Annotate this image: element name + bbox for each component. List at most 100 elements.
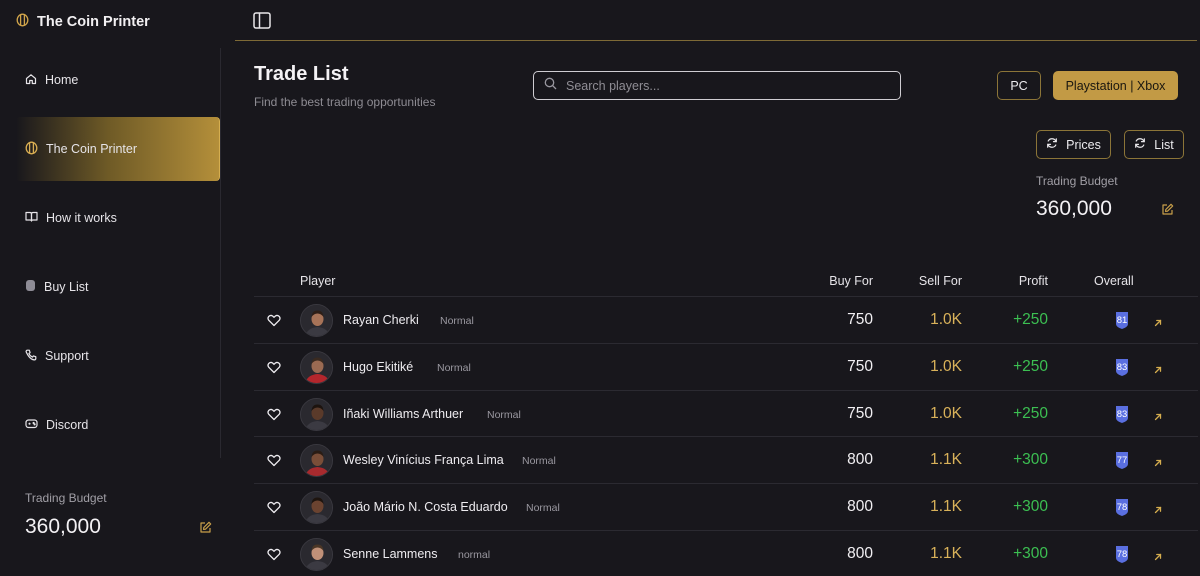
platform-pc-label: PC [1010,78,1028,93]
heart-icon[interactable] [267,314,281,332]
buy-price: 750 [847,357,873,375]
sidebar-item-label: The Coin Printer [46,142,138,156]
table-row[interactable]: Rayan Cherki Normal 750 1.0K +250 81 [254,296,1198,343]
player-tag: Normal [522,455,556,468]
sidebar-toggle-icon[interactable] [253,12,271,34]
external-link-icon[interactable] [1153,549,1163,567]
player-name: João Mário N. Costa Eduardo [343,500,508,515]
overall-rating: 83 [1116,361,1128,373]
column-header-profit[interactable]: Profit [1019,274,1048,288]
avatar [300,491,333,525]
sidebar-divider [220,48,221,458]
book-icon [25,211,38,225]
table-row[interactable]: João Mário N. Costa Eduardo Normal 800 1… [254,483,1198,530]
player-name: Wesley Vinícius França Lima [343,453,504,468]
player-name: Iñaki Williams Arthuer [343,406,464,421]
platform-console-button[interactable]: Playstation | Xbox [1053,71,1178,100]
buy-price: 800 [847,451,873,469]
overall-badge: 78 [1114,545,1130,569]
search-box[interactable] [533,71,901,100]
buy-price: 750 [847,404,873,422]
refresh-prices-button[interactable]: Prices [1036,130,1111,159]
refresh-list-button[interactable]: List [1124,130,1184,159]
player-name: Rayan Cherki [343,313,419,327]
phone-icon [25,349,37,364]
app-root: The Coin Printer Home The Coin Printer H… [0,0,1200,576]
external-link-icon[interactable] [1153,502,1163,520]
overall-badge: 83 [1114,358,1130,382]
sidebar-item-label: Support [45,349,89,363]
sidebar-budget-label: Trading Budget [25,491,107,505]
overall-rating: 78 [1116,502,1128,514]
home-icon [25,73,37,88]
column-header-buy[interactable]: Buy For [829,274,873,288]
brand[interactable]: The Coin Printer [16,12,150,32]
sidebar-item-label: Discord [46,418,89,432]
column-header-sell[interactable]: Sell For [919,274,962,288]
profit-value: +300 [1013,544,1048,562]
sidebar-item-buy-list[interactable]: Buy List [16,255,220,319]
search-input[interactable] [566,78,900,93]
sidebar-item-label: Buy List [44,280,89,294]
player-name: Hugo Ekitiké [343,359,414,374]
brand-name: The Coin Printer [37,14,150,30]
heart-icon[interactable] [267,361,281,379]
player-tag: Normal [526,502,560,515]
overall-badge: 78 [1114,498,1130,522]
sidebar-item-label: Home [45,73,79,87]
sell-price: 1.0K [930,357,962,375]
table-row[interactable]: Wesley Vinícius França Lima Normal 800 1… [254,436,1198,483]
edit-budget-icon[interactable] [1161,203,1174,221]
search-icon [544,77,557,95]
sell-price: 1.0K [930,311,962,328]
heart-icon[interactable] [267,501,281,519]
overall-badge: 81 [1114,311,1130,335]
sidebar-item-home[interactable]: Home [16,48,220,112]
avatar [300,304,333,337]
refresh-icon [1046,137,1058,152]
column-header-player[interactable]: Player [300,274,335,288]
page-subtitle: Find the best trading opportunities [254,95,436,109]
coin-icon [16,13,29,31]
sidebar-item-how-it-works[interactable]: How it works [16,186,220,250]
player-tag: Normal [437,361,471,374]
heart-icon[interactable] [267,408,281,426]
player-tag: Normal [487,408,521,421]
sidebar-item-the-coin-printer[interactable]: The Coin Printer [16,117,220,181]
platform-pc-button[interactable]: PC [997,71,1041,100]
profit-value: +250 [1013,311,1048,328]
avatar [300,444,333,478]
external-link-icon[interactable] [1153,409,1163,427]
avatar [300,350,333,384]
player-tag: normal [458,548,491,561]
refresh-list-label: List [1154,137,1174,152]
overall-rating: 77 [1116,455,1128,467]
overall-badge: 77 [1114,451,1130,475]
heart-icon[interactable] [267,548,281,566]
buy-price: 800 [847,498,873,516]
table-row[interactable]: Iñaki Williams Arthuer Normal 750 1.0K +… [254,389,1198,437]
column-header-overall[interactable]: Overall [1094,274,1134,288]
edit-budget-icon[interactable] [199,521,212,539]
trade-table: Rayan Cherki Normal 750 1.0K +250 81 Hug… [254,296,1198,576]
topbar-divider [235,40,1197,41]
heart-icon[interactable] [267,454,281,472]
sidebar-item-discord[interactable]: Discord [16,393,220,457]
avatar [300,397,333,431]
buy-price: 750 [847,311,873,328]
sell-price: 1.1K [930,498,962,516]
overall-rating: 83 [1116,408,1128,420]
table-row[interactable]: Senne Lammens normal 800 1.1K +300 78 [254,529,1198,576]
sell-price: 1.1K [930,451,962,469]
external-link-icon[interactable] [1153,362,1163,380]
sell-price: 1.1K [930,544,962,562]
external-link-icon[interactable] [1153,455,1163,473]
profit-value: +300 [1013,451,1048,469]
table-row[interactable]: Hugo Ekitiké Normal 750 1.0K +250 83 [254,342,1198,390]
refresh-icon [1134,137,1146,152]
avatar [300,537,333,571]
external-link-icon[interactable] [1153,315,1163,333]
sidebar-item-support[interactable]: Support [16,324,220,388]
player-name: Senne Lammens [343,546,438,561]
page-title: Trade List [254,63,349,85]
